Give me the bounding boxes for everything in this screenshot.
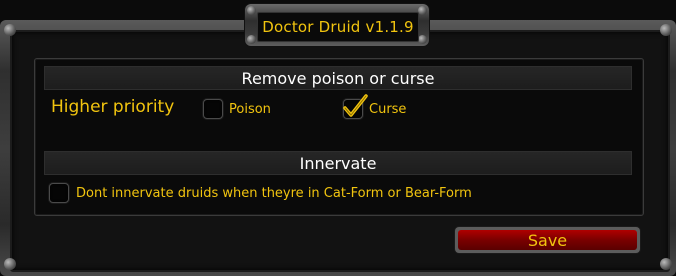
dont-innervate-forms-checkbox[interactable] bbox=[49, 183, 69, 203]
rivet-icon bbox=[660, 24, 672, 36]
rivet-icon bbox=[418, 35, 427, 44]
rivet-icon bbox=[247, 35, 256, 44]
rivet-icon bbox=[4, 24, 16, 36]
dont-innervate-forms-label: Dont innervate druids when theyre in Cat… bbox=[76, 186, 472, 201]
poison-checkbox[interactable] bbox=[203, 99, 223, 119]
curse-checkbox[interactable] bbox=[343, 94, 368, 119]
window-title: Doctor Druid v1.1.9 bbox=[257, 12, 419, 42]
curse-label: Curse bbox=[369, 102, 407, 117]
rivet-icon bbox=[4, 258, 16, 270]
section-header-remove-poison-curse: Remove poison or curse bbox=[44, 66, 632, 90]
addon-window: Doctor Druid v1.1.9 Remove poison or cur… bbox=[0, 0, 676, 276]
save-button-label: Save bbox=[458, 230, 637, 250]
rivet-icon bbox=[247, 6, 256, 15]
poison-label: Poison bbox=[229, 102, 271, 117]
higher-priority-label: Higher priority bbox=[51, 97, 175, 117]
section-header-innervate: Innervate bbox=[44, 151, 632, 175]
rivet-icon bbox=[660, 258, 672, 270]
save-button[interactable]: Save bbox=[455, 227, 640, 253]
checkmark-icon bbox=[343, 94, 368, 117]
rivet-icon bbox=[418, 6, 427, 15]
